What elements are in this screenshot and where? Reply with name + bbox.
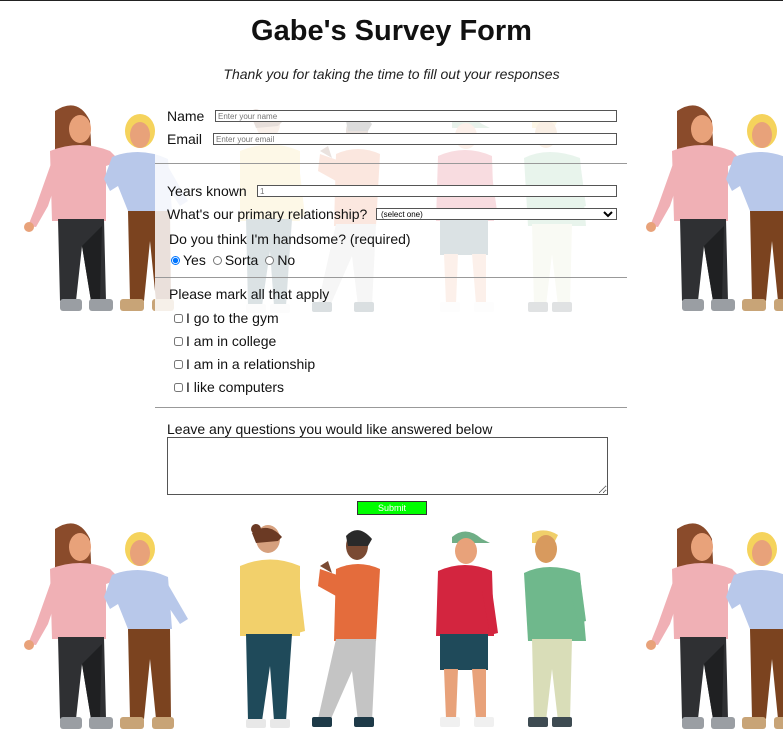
radio-yes[interactable]: Yes bbox=[171, 252, 206, 268]
questions-heading: Leave any questions you would like answe… bbox=[167, 421, 492, 437]
check-college[interactable]: I am in college bbox=[174, 333, 276, 349]
divider bbox=[155, 277, 627, 278]
relationship-row: What's our primary relationship? (select… bbox=[167, 206, 617, 222]
radio-yes-button[interactable] bbox=[171, 255, 180, 265]
radio-sorta-label: Sorta bbox=[224, 252, 259, 268]
email-input[interactable] bbox=[213, 133, 617, 145]
name-row: Name bbox=[167, 108, 617, 124]
check-relationship[interactable]: I am in a relationship bbox=[174, 356, 315, 372]
check-computers[interactable]: I like computers bbox=[174, 379, 284, 395]
years-row: Years known bbox=[167, 183, 617, 199]
checks-label: Please mark all that apply bbox=[169, 286, 330, 302]
check-college-label: I am in college bbox=[186, 333, 277, 349]
radio-no-button[interactable] bbox=[265, 255, 275, 265]
questions-textarea[interactable] bbox=[167, 437, 608, 495]
years-label: Years known bbox=[167, 183, 247, 199]
email-row: Email bbox=[167, 131, 617, 147]
check-relationship-label: I am in a relationship bbox=[186, 356, 316, 372]
email-label: Email bbox=[167, 131, 203, 147]
check-college-box[interactable] bbox=[174, 336, 183, 346]
page-title: Gabe's Survey Form bbox=[251, 15, 532, 47]
checks-heading: Please mark all that apply bbox=[169, 286, 329, 302]
submit-button[interactable]: Submit bbox=[357, 501, 427, 515]
check-relationship-box[interactable] bbox=[174, 359, 183, 369]
years-input[interactable] bbox=[257, 185, 617, 197]
divider bbox=[155, 163, 627, 164]
radio-sorta[interactable]: Sorta bbox=[212, 252, 259, 268]
page-subtitle: Thank you for taking the time to fill ou… bbox=[223, 66, 560, 82]
relationship-select[interactable]: (select one) bbox=[376, 208, 617, 220]
name-input[interactable] bbox=[215, 110, 617, 122]
radio-no-label: No bbox=[277, 252, 296, 268]
check-gym-box[interactable] bbox=[174, 313, 183, 323]
check-gym-label: I go to the gym bbox=[186, 310, 279, 326]
questions-label: Leave any questions you would like answe… bbox=[167, 421, 493, 437]
name-label: Name bbox=[167, 108, 205, 124]
check-computers-label: I like computers bbox=[186, 379, 285, 395]
check-gym[interactable]: I go to the gym bbox=[174, 310, 279, 326]
radio-no[interactable]: No bbox=[265, 252, 295, 268]
handsome-question: Do you think I'm handsome? (required) bbox=[169, 231, 411, 247]
radio-yes-label: Yes bbox=[183, 252, 206, 268]
check-computers-box[interactable] bbox=[174, 382, 183, 392]
radio-sorta-button[interactable] bbox=[212, 255, 222, 265]
handsome-label: Do you think I'm handsome? (required) bbox=[169, 231, 411, 247]
divider bbox=[155, 407, 627, 408]
handsome-radio-group: Yes Sorta No bbox=[171, 252, 295, 268]
relationship-label: What's our primary relationship? bbox=[167, 206, 368, 222]
